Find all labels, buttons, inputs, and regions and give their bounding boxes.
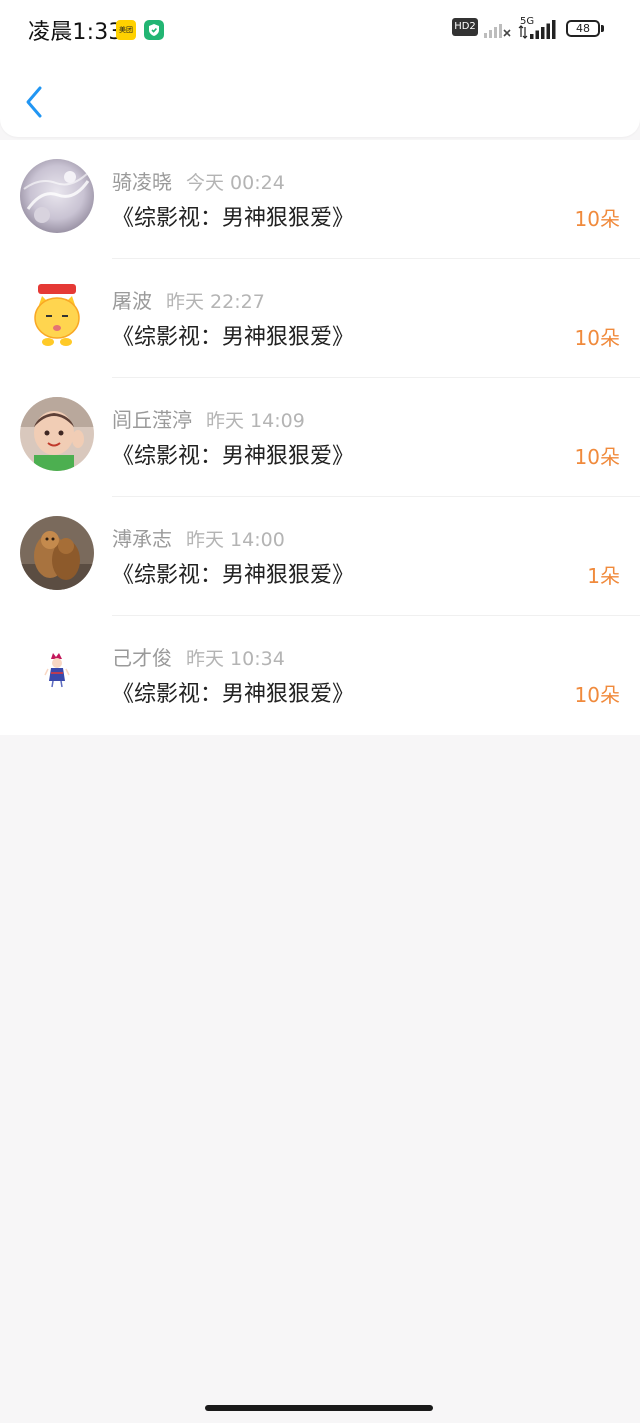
gift-amount: 10朵 — [574, 445, 620, 469]
list-item[interactable]: 闾丘滢渟 昨天 14:09 《综影视：男神狠狠爱》 10朵 — [0, 378, 640, 497]
record-time: 昨天 22:27 — [166, 291, 265, 313]
list-item[interactable]: 屠波 昨天 22:27 《综影视：男神狠狠爱》 10朵 — [0, 259, 640, 378]
gift-record-list: 骑凌晓 今天 00:24 《综影视：男神狠狠爱》 10朵 屠波 昨天 22:27 《… — [0, 140, 640, 735]
battery-tip — [601, 25, 604, 32]
book-title: 《综影视：男神狠狠爱》 — [112, 563, 355, 588]
user-name: 骑凌晓 — [112, 170, 172, 194]
book-title: 《综影视：男神狠狠爱》 — [112, 682, 355, 707]
gift-amount: 10朵 — [574, 326, 620, 350]
book-title: 《综影视：男神狠狠爱》 — [112, 325, 355, 350]
list-item[interactable]: 骑凌晓 今天 00:24 《综影视：男神狠狠爱》 10朵 — [0, 140, 640, 259]
hd-voice-icon: HD2 — [452, 18, 478, 36]
top-header: 凌晨1:33 美团 HD2 5G 48 — [0, 0, 640, 137]
status-bar: 凌晨1:33 美团 HD2 5G 48 — [0, 0, 640, 60]
back-button[interactable] — [16, 82, 56, 122]
shield-icon — [144, 20, 164, 40]
record-meta: 骑凌晓 今天 00:24 — [112, 166, 285, 195]
book-title: 《综影视：男神狠狠爱》 — [112, 444, 355, 469]
avatar — [20, 159, 94, 233]
data-arrows-icon — [518, 24, 528, 43]
home-indicator[interactable] — [205, 1405, 433, 1411]
avatar — [20, 635, 94, 709]
avatar — [20, 278, 94, 352]
avatar — [20, 516, 94, 590]
status-time: 凌晨1:33 — [28, 20, 123, 45]
meituan-app-icon: 美团 — [116, 20, 136, 40]
battery-icon: 48 — [566, 20, 600, 37]
user-name: 屠波 — [112, 289, 152, 313]
record-time: 昨天 14:09 — [206, 410, 305, 432]
gift-amount: 1朵 — [587, 564, 620, 588]
record-meta: 己才俊 昨天 10:34 — [112, 642, 285, 671]
user-name: 溥承志 — [112, 527, 172, 551]
avatar — [20, 397, 94, 471]
user-name: 闾丘滢渟 — [112, 408, 192, 432]
gift-amount: 10朵 — [574, 207, 620, 231]
chevron-left-icon — [26, 86, 42, 118]
record-time: 昨天 14:00 — [186, 529, 285, 551]
record-meta: 溥承志 昨天 14:00 — [112, 523, 285, 552]
list-item[interactable]: 己才俊 昨天 10:34 《综影视：男神狠狠爱》 10朵 — [0, 616, 640, 735]
record-time: 今天 00:24 — [186, 172, 285, 194]
record-meta: 闾丘滢渟 昨天 14:09 — [112, 404, 305, 433]
signal-weak-icon — [484, 21, 512, 43]
gift-amount: 10朵 — [574, 683, 620, 707]
record-meta: 屠波 昨天 22:27 — [112, 285, 265, 314]
list-item[interactable]: 溥承志 昨天 14:00 《综影视：男神狠狠爱》 1朵 — [0, 497, 640, 616]
record-time: 昨天 10:34 — [186, 648, 285, 670]
signal-strong-icon — [530, 20, 558, 44]
book-title: 《综影视：男神狠狠爱》 — [112, 206, 355, 231]
user-name: 己才俊 — [112, 646, 172, 670]
